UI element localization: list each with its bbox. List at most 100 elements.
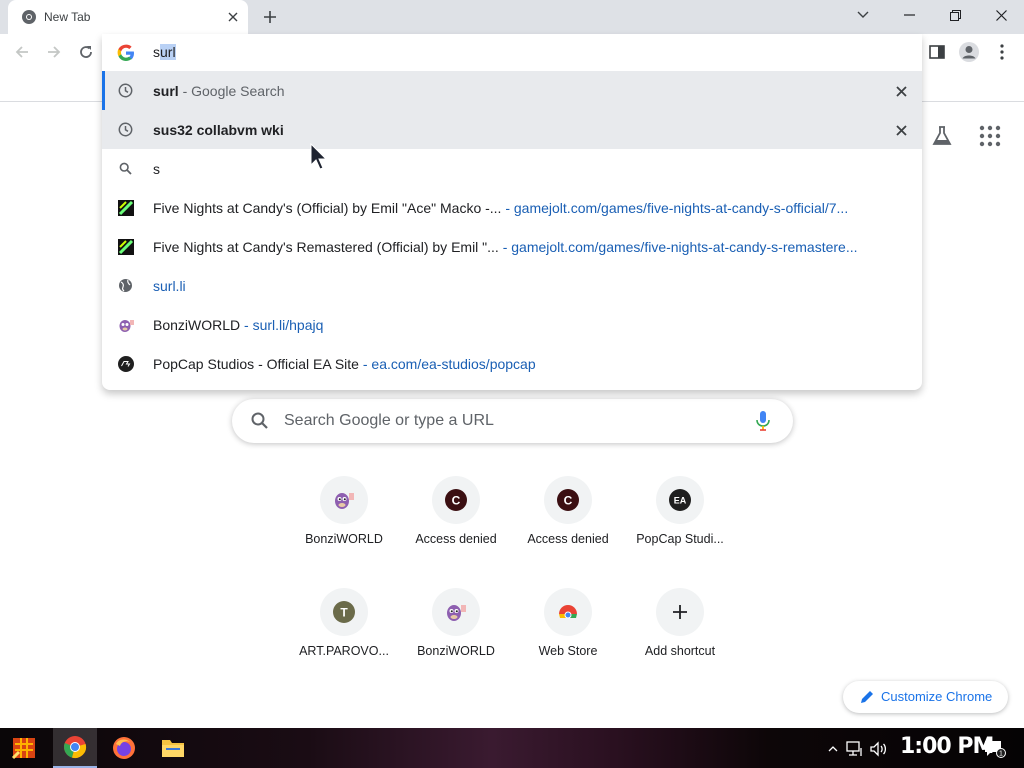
google-g-icon — [117, 44, 134, 61]
taskbar-file-explorer[interactable] — [151, 728, 195, 768]
gamejolt-icon — [117, 238, 134, 255]
letter-c-icon: C — [432, 476, 480, 524]
history-clock-icon — [117, 82, 134, 99]
suggestion-row[interactable]: surl.li — [102, 266, 922, 305]
add-shortcut-tile[interactable]: Add shortcut — [624, 588, 736, 700]
omnibox[interactable]: surl — [102, 34, 922, 71]
forward-button[interactable] — [42, 40, 66, 64]
shortcut-label: ART.PAROVO... — [299, 644, 389, 658]
shortcut-letter: C — [452, 494, 461, 508]
letter-t-icon: T — [320, 588, 368, 636]
suggestion-row[interactable]: PopCap Studios - Official EA Site - ea.c… — [102, 344, 922, 383]
svg-text:1: 1 — [999, 751, 1003, 758]
chrome-icon — [22, 10, 36, 24]
customize-chrome-button[interactable]: Customize Chrome — [843, 681, 1008, 713]
suggestion-title: PopCap Studios - Official EA Site — [153, 356, 359, 372]
taskbar-chrome[interactable] — [53, 728, 97, 768]
suggestion-row[interactable]: Five Nights at Candy's (Official) by Emi… — [102, 188, 922, 227]
suggestion-title: Five Nights at Candy's (Official) by Emi… — [153, 200, 502, 216]
menu-kebab-icon[interactable] — [991, 41, 1013, 63]
shortcut-letter: T — [340, 606, 348, 620]
suggestion-row[interactable]: surl - Google Search — [102, 71, 922, 110]
close-window-button[interactable] — [978, 0, 1024, 30]
show-hidden-icons-icon[interactable] — [824, 740, 842, 758]
web-store-icon — [544, 588, 592, 636]
shortcut-tile[interactable]: C Access denied — [400, 476, 512, 588]
network-icon[interactable] — [846, 740, 864, 758]
shortcut-label: PopCap Studi... — [636, 532, 724, 546]
omnibox-dropdown: surl surl - Google Search sus32 collabvm… — [102, 34, 922, 390]
shortcut-tile[interactable]: T ART.PAROVO... — [288, 588, 400, 700]
bonzi-icon — [320, 476, 368, 524]
search-icon — [117, 160, 134, 177]
shortcut-tile[interactable]: Web Store — [512, 588, 624, 700]
letter-c-icon: C — [544, 476, 592, 524]
new-tab-button[interactable] — [258, 6, 282, 28]
suggestion-row[interactable]: sus32 collabvm wki — [102, 110, 922, 149]
omnibox-autocomplete-selection: url — [160, 44, 176, 60]
suggestion-description: - Google Search — [178, 83, 285, 99]
remove-suggestion-icon[interactable] — [892, 82, 910, 100]
suggestion-query: s — [153, 161, 160, 177]
bonzi-icon — [432, 588, 480, 636]
taskbar: 1 — [0, 728, 1024, 768]
history-clock-icon — [117, 121, 134, 138]
bonzi-icon — [117, 316, 134, 333]
tab-close-icon[interactable] — [224, 8, 242, 26]
ntp-search-box[interactable]: Search Google or type a URL — [232, 399, 793, 443]
suggestion-match: surl — [153, 83, 179, 99]
suggestion-match: sus32 collabvm wki — [153, 122, 284, 138]
volume-icon[interactable] — [870, 740, 888, 758]
plus-icon — [656, 588, 704, 636]
side-panel-icon[interactable] — [926, 41, 948, 63]
globe-icon — [117, 277, 134, 294]
shortcut-label: BonziWORLD — [305, 532, 383, 546]
shortcut-label: Access denied — [527, 532, 609, 546]
suggestion-title: Five Nights at Candy's Remastered (Offic… — [153, 239, 499, 255]
shortcut-tile[interactable]: EA PopCap Studi... — [624, 476, 736, 588]
suggestion-row[interactable]: BonziWORLD - surl.li/hpajq — [102, 305, 922, 344]
search-placeholder: Search Google or type a URL — [284, 412, 494, 429]
restore-button[interactable] — [932, 0, 978, 30]
shortcut-label: Add shortcut — [644, 644, 716, 658]
shortcut-label: BonziWORLD — [417, 644, 495, 658]
suggestion-url: - gamejolt.com/games/five-nights-at-cand… — [498, 239, 858, 255]
taskbar-firefox[interactable] — [102, 728, 146, 768]
labs-flask-icon[interactable] — [930, 124, 954, 148]
mouse-cursor-icon — [310, 143, 328, 170]
tab-new-tab[interactable]: New Tab — [8, 0, 248, 34]
suggestion-url: surl.li — [153, 278, 186, 294]
back-button[interactable] — [10, 40, 34, 64]
shortcut-letter: C — [564, 494, 573, 508]
shortcut-label: Access denied — [415, 532, 497, 546]
shortcut-letter: EA — [674, 496, 687, 506]
suggestion-row[interactable]: s — [102, 149, 922, 188]
tab-title: New Tab — [44, 10, 91, 24]
ea-logo-icon — [117, 355, 134, 372]
start-button[interactable] — [2, 728, 46, 768]
shortcut-tile[interactable]: C Access denied — [512, 476, 624, 588]
minimize-button[interactable] — [886, 0, 932, 30]
voice-search-icon[interactable] — [754, 410, 772, 432]
remove-suggestion-icon[interactable] — [892, 121, 910, 139]
search-icon — [251, 412, 268, 429]
shortcut-label: Web Store — [538, 644, 598, 658]
suggestion-url: - surl.li/hpajq — [240, 317, 324, 333]
ea-logo-icon: EA — [656, 476, 704, 524]
omnibox-typed-text: s — [153, 44, 160, 60]
suggestion-title: BonziWORLD — [153, 317, 241, 333]
suggestion-url: - gamejolt.com/games/five-nights-at-cand… — [501, 200, 849, 216]
suggestion-url: - ea.com/ea-studios/popcap — [358, 356, 536, 372]
google-apps-icon[interactable] — [978, 124, 1002, 148]
gamejolt-icon — [117, 199, 134, 216]
selection-indicator — [102, 71, 105, 110]
shortcut-tile[interactable]: BonziWORLD — [288, 476, 400, 588]
reload-button[interactable] — [74, 40, 98, 64]
profile-avatar-icon[interactable] — [958, 41, 980, 63]
tab-search-button[interactable] — [840, 0, 886, 30]
shortcut-tile[interactable]: BonziWORLD — [400, 588, 512, 700]
customize-label: Customize Chrome — [881, 689, 993, 704]
suggestion-row[interactable]: Five Nights at Candy's Remastered (Offic… — [102, 227, 922, 266]
pencil-icon — [861, 691, 873, 703]
taskbar-clock[interactable]: 1:00 PM — [900, 734, 994, 759]
